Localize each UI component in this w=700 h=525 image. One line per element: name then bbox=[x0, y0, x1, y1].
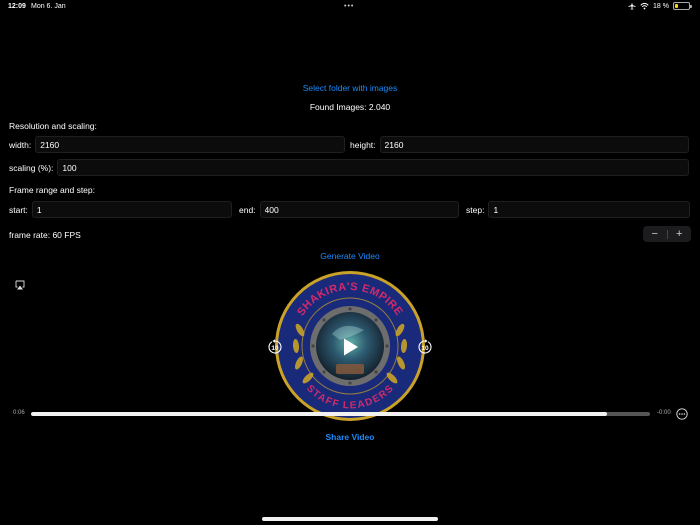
step-field[interactable] bbox=[488, 201, 691, 218]
frame-rate-label: frame rate: 60 FPS bbox=[9, 230, 81, 240]
frame-rate-decrement-button[interactable]: − bbox=[643, 226, 667, 242]
frame-rate-stepper: − + bbox=[643, 226, 691, 242]
more-icon[interactable] bbox=[676, 408, 688, 420]
status-bar: 12:09 Mon 6. Jan ••• 18 % bbox=[0, 0, 700, 14]
height-row: height: bbox=[350, 136, 689, 153]
frame-range-heading: Frame range and step: bbox=[9, 185, 95, 195]
scaling-row: scaling (%): bbox=[9, 159, 690, 176]
width-field[interactable] bbox=[35, 136, 346, 153]
scrubber-track[interactable] bbox=[31, 412, 650, 416]
forward-seconds: 10 bbox=[421, 345, 429, 352]
play-icon[interactable] bbox=[340, 337, 360, 357]
found-images-count: Found Images: 2.040 bbox=[309, 102, 391, 112]
end-label: end: bbox=[239, 204, 256, 215]
end-row: end: bbox=[239, 201, 459, 218]
share-video-button[interactable]: Share Video bbox=[250, 432, 450, 442]
start-label: start: bbox=[9, 204, 28, 215]
generate-video-button[interactable]: Generate Video bbox=[250, 251, 450, 261]
status-date: Mon 6. Jan bbox=[31, 3, 66, 10]
frame-rate-increment-button[interactable]: + bbox=[668, 226, 692, 242]
remaining-time: -0:00 bbox=[657, 410, 671, 416]
battery-percent: 18 % bbox=[653, 2, 669, 10]
battery-level-fill bbox=[675, 4, 678, 8]
width-label: width: bbox=[9, 139, 32, 150]
multitasking-dots-icon[interactable]: ••• bbox=[344, 3, 354, 10]
battery-icon bbox=[673, 2, 692, 10]
scaling-label: scaling (%): bbox=[9, 162, 54, 173]
select-folder-button[interactable]: Select folder with images bbox=[250, 83, 450, 93]
resolution-heading: Resolution and scaling: bbox=[9, 121, 97, 131]
step-row: step: bbox=[466, 201, 691, 218]
status-icons: 18 % bbox=[628, 2, 692, 10]
forward-10-icon[interactable]: 10 bbox=[417, 339, 433, 355]
height-label: height: bbox=[350, 139, 376, 150]
width-row: width: bbox=[9, 136, 346, 153]
rewind-seconds: 10 bbox=[271, 345, 279, 352]
rewind-10-icon[interactable]: 10 bbox=[267, 339, 283, 355]
end-field[interactable] bbox=[259, 201, 459, 218]
step-label: step: bbox=[466, 204, 485, 215]
airplane-icon bbox=[628, 2, 636, 10]
start-row: start: bbox=[9, 201, 232, 218]
home-indicator[interactable] bbox=[262, 517, 438, 521]
status-time: 12:09 bbox=[8, 3, 26, 10]
airplay-icon[interactable] bbox=[15, 280, 25, 290]
elapsed-time: 0:06 bbox=[13, 410, 25, 416]
scrubber-fill bbox=[31, 412, 607, 416]
start-field[interactable] bbox=[31, 201, 232, 218]
scaling-field[interactable] bbox=[57, 159, 690, 176]
wifi-icon bbox=[640, 2, 649, 10]
height-field[interactable] bbox=[379, 136, 689, 153]
